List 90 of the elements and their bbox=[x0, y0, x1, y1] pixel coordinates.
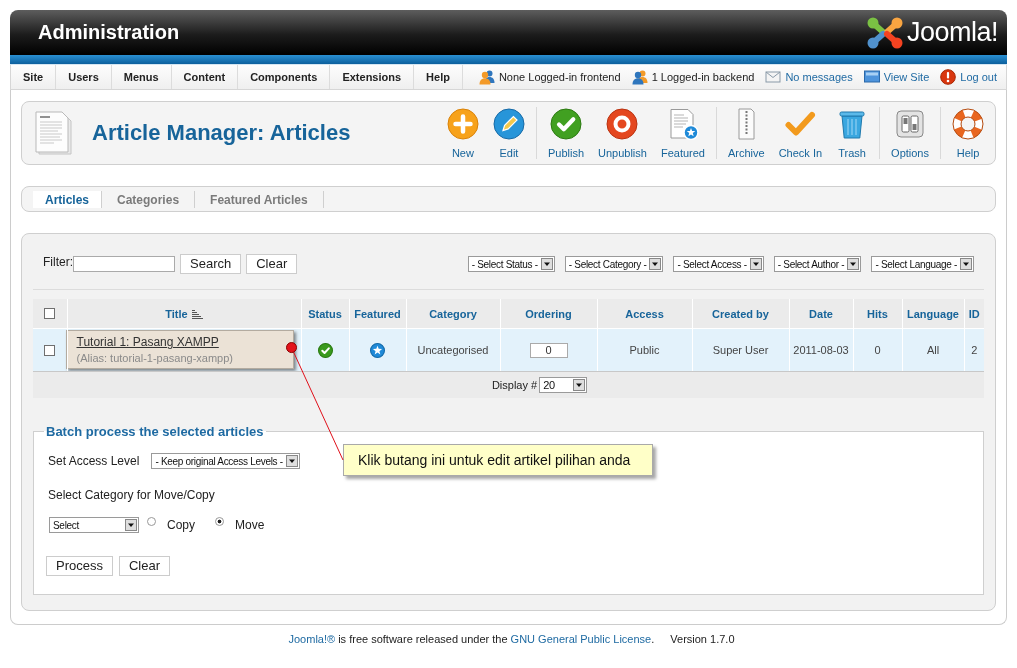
search-button[interactable]: Search bbox=[180, 254, 242, 274]
process-button[interactable]: Process bbox=[46, 556, 113, 576]
app-title: Administration bbox=[38, 21, 180, 44]
column-header[interactable]: Access bbox=[597, 299, 692, 329]
field-label: Select Category for Move/Copy bbox=[47, 488, 215, 502]
status-text: None Logged-in frontend bbox=[498, 71, 621, 83]
monitor-icon bbox=[863, 69, 880, 85]
alias-text: (Alias: tutorial-1-pasang-xampp) bbox=[76, 352, 234, 364]
options-button[interactable]: Options bbox=[884, 107, 936, 159]
table-cell: Uncategorised bbox=[406, 328, 500, 372]
menu-item[interactable]: Components bbox=[238, 65, 331, 89]
filter-select[interactable]: - Select Status - bbox=[467, 256, 555, 272]
category-select[interactable]: Select bbox=[49, 517, 139, 533]
archive-button[interactable]: Archive bbox=[720, 107, 772, 159]
new-button[interactable]: New bbox=[439, 107, 486, 159]
limit-select[interactable]: 20 bbox=[539, 377, 588, 393]
column-header[interactable]: Created by bbox=[692, 299, 789, 329]
users-icon bbox=[631, 69, 648, 85]
page-title: Article Manager: Articles bbox=[92, 120, 351, 146]
menu-item[interactable]: Menus bbox=[111, 65, 172, 89]
tab[interactable]: Categories bbox=[102, 190, 196, 208]
article-link[interactable]: Tutorial 1: Pasang XAMPP bbox=[76, 335, 283, 349]
view-site-link[interactable]: View Site bbox=[863, 69, 930, 85]
footer-text: Joomla!® is free software released under the GNU General Public License. bbox=[288, 633, 655, 645]
filter-select[interactable]: - Select Author - bbox=[773, 256, 862, 272]
column-header[interactable]: Status bbox=[301, 299, 349, 329]
menu-item[interactable]: Help bbox=[414, 65, 463, 89]
radio-label: Copy bbox=[167, 518, 195, 532]
users-icon bbox=[478, 69, 495, 85]
row-checkbox[interactable] bbox=[44, 344, 56, 356]
column-header[interactable]: Category bbox=[406, 299, 500, 329]
menu-item[interactable]: Users bbox=[56, 65, 112, 89]
table-cell: All bbox=[902, 328, 964, 372]
logout-link[interactable]: Log out bbox=[940, 69, 997, 85]
radio-button[interactable] bbox=[215, 517, 224, 526]
check-in-button[interactable]: Check In bbox=[771, 107, 830, 159]
unpublish-button[interactable]: Unpublish bbox=[591, 107, 654, 159]
toggle-switches-icon bbox=[894, 108, 927, 140]
footer-link[interactable]: Joomla!® bbox=[288, 633, 336, 645]
logo-text: Joomla! bbox=[906, 17, 998, 48]
field-label: Set Access Level bbox=[47, 454, 140, 468]
clear-button[interactable]: Clear bbox=[118, 556, 171, 576]
edit-button[interactable]: Edit bbox=[485, 107, 532, 159]
logo-icon bbox=[865, 15, 904, 50]
column-header[interactable]: Ordering bbox=[500, 299, 597, 329]
table-cell: Super User bbox=[692, 328, 789, 372]
clear-button[interactable]: Clear bbox=[246, 254, 298, 274]
filter-input[interactable] bbox=[73, 256, 175, 272]
table-cell: 2011-08-03 bbox=[789, 328, 853, 372]
lifebuoy-icon bbox=[952, 108, 984, 140]
radio-button[interactable] bbox=[147, 517, 156, 526]
access-select[interactable]: - Keep original Access Levels - bbox=[151, 453, 300, 469]
display-label: Display # bbox=[491, 379, 538, 391]
menu-item[interactable]: Site bbox=[11, 65, 57, 89]
trash-button[interactable]: Trash bbox=[829, 107, 876, 159]
check-circle-icon bbox=[549, 108, 582, 140]
table-cell: Public bbox=[597, 328, 692, 372]
menu-item[interactable]: Content bbox=[171, 65, 239, 89]
envelope-icon bbox=[765, 69, 782, 85]
featured-button[interactable]: Featured bbox=[653, 107, 712, 159]
select-all-checkbox[interactable] bbox=[44, 308, 56, 319]
column-header[interactable]: Featured bbox=[349, 299, 406, 329]
tab[interactable]: Articles bbox=[33, 190, 103, 208]
section-title: Batch process the selected articles bbox=[45, 424, 265, 439]
help-button[interactable]: Help bbox=[945, 107, 991, 159]
pencil-icon bbox=[492, 108, 525, 140]
column-header[interactable]: Title bbox=[67, 299, 301, 329]
exclamation-icon bbox=[940, 69, 957, 85]
column-header[interactable]: ID bbox=[964, 299, 984, 329]
menu-item[interactable]: Extensions bbox=[330, 65, 415, 89]
filter-label: Filter: bbox=[43, 254, 73, 269]
filter-select[interactable]: - Select Category - bbox=[564, 256, 664, 272]
publish-button[interactable]: Publish bbox=[540, 107, 591, 159]
check-circle-icon[interactable] bbox=[317, 342, 333, 358]
column-header[interactable]: Hits bbox=[853, 299, 902, 329]
ordering-field[interactable]: 0 bbox=[529, 342, 568, 358]
messages-link[interactable]: No messages bbox=[765, 69, 853, 85]
radio-label: Move bbox=[235, 518, 265, 532]
table-cell: 0 bbox=[853, 328, 902, 372]
status-text: 1 Logged-in backend bbox=[651, 71, 755, 83]
tab[interactable]: Featured Articles bbox=[195, 190, 324, 208]
ring-icon bbox=[606, 108, 639, 140]
plus-icon bbox=[446, 108, 479, 140]
column-header[interactable]: Language bbox=[902, 299, 964, 329]
callout-note: Klik butang ini untuk edit artikel pilihan anda bbox=[343, 444, 654, 476]
footer-link[interactable]: GNU General Public License bbox=[510, 633, 652, 645]
column-header[interactable]: Date bbox=[789, 299, 853, 329]
filter-select[interactable]: - Select Language - bbox=[871, 256, 974, 272]
version-text: Version 1.7.0 bbox=[670, 633, 735, 645]
filter-select[interactable]: - Select Access - bbox=[673, 256, 764, 272]
